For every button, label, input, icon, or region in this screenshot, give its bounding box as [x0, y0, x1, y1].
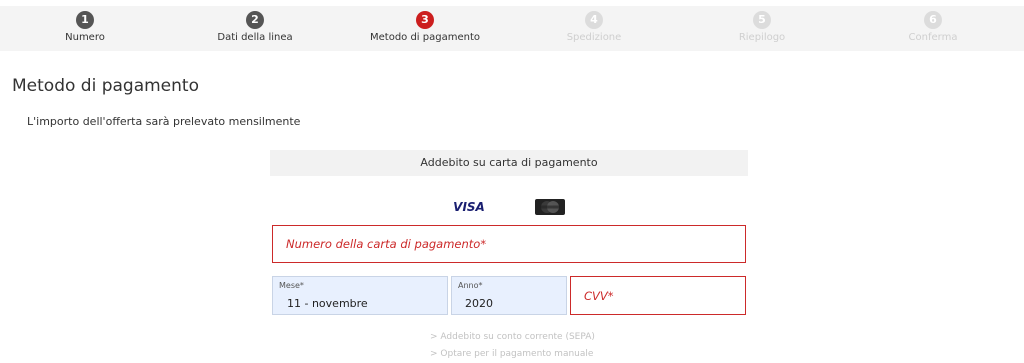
- step-numero[interactable]: 1 Numero: [0, 6, 170, 43]
- step-label: Conferma: [908, 32, 958, 43]
- page-subtitle: L'importo dell'offerta sarà prelevato me…: [27, 115, 301, 128]
- cvv-input[interactable]: CVV*: [570, 276, 746, 315]
- payment-method-header: Addebito su carta di pagamento: [270, 150, 748, 176]
- page-title: Metodo di pagamento: [12, 76, 199, 96]
- visa-logo: VISA: [453, 200, 485, 214]
- step-label: Numero: [65, 32, 105, 43]
- step-number-badge: 3: [416, 11, 434, 29]
- step-number-badge: 6: [924, 11, 942, 29]
- year-label: Anno*: [458, 281, 483, 290]
- step-spedizione: 4 Spedizione: [509, 6, 679, 43]
- manual-payment-link[interactable]: > Optare per il pagamento manuale: [430, 349, 593, 359]
- month-value: 11 - novembre: [287, 297, 368, 310]
- step-number-badge: 2: [246, 11, 264, 29]
- step-label: Metodo di pagamento: [370, 32, 480, 43]
- step-number-badge: 5: [753, 11, 771, 29]
- expiry-month-select[interactable]: Mese* 11 - novembre: [272, 276, 448, 315]
- step-number-badge: 1: [76, 11, 94, 29]
- step-metodo-pagamento: 3 Metodo di pagamento: [340, 6, 510, 43]
- checkout-stepper: 1 Numero 2 Dati della linea 3 Metodo di …: [0, 6, 1024, 51]
- mastercard-icon: [540, 201, 560, 213]
- card-number-placeholder: Numero della carta di pagamento*: [286, 237, 487, 251]
- month-label: Mese*: [279, 281, 304, 290]
- expiry-year-select[interactable]: Anno* 2020: [451, 276, 567, 315]
- sepa-link[interactable]: > Addebito su conto corrente (SEPA): [430, 332, 595, 342]
- cvv-placeholder: CVV*: [584, 288, 614, 303]
- mastercard-logo: [535, 199, 565, 215]
- step-riepilogo: 5 Riepilogo: [677, 6, 847, 43]
- step-label: Spedizione: [566, 32, 622, 43]
- step-conferma: 6 Conferma: [848, 6, 1018, 43]
- step-dati-linea[interactable]: 2 Dati della linea: [170, 6, 340, 43]
- step-label: Dati della linea: [217, 32, 293, 43]
- card-number-input[interactable]: Numero della carta di pagamento*: [272, 225, 746, 263]
- year-value: 2020: [465, 297, 493, 310]
- step-label: Riepilogo: [738, 32, 786, 43]
- step-number-badge: 4: [585, 11, 603, 29]
